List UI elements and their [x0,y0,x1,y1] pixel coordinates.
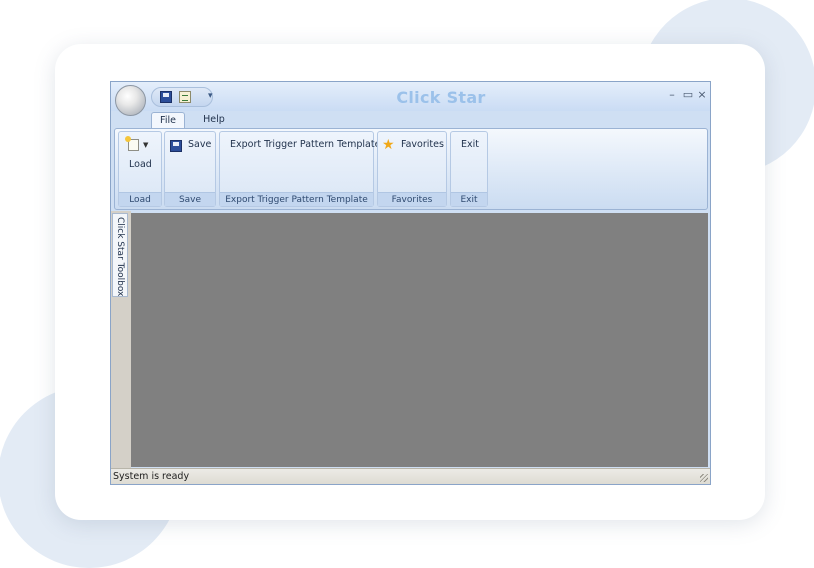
ribbon-group-caption: Exit [451,192,487,206]
application-menu-button[interactable] [115,85,146,116]
minimize-button[interactable]: – [666,89,678,101]
ribbon-group-caption: Favorites [378,192,446,206]
dropdown-arrow-icon: ▼ [143,141,149,149]
favorites-button[interactable]: ★ Favorites [378,132,446,158]
tab-file[interactable]: File [151,112,185,128]
ribbon-group-caption: Save [165,192,215,206]
ribbon-group-caption: Export Trigger Pattern Template [220,192,373,206]
tab-help[interactable]: Help [199,112,229,128]
quick-access-dropdown-icon[interactable]: ▾ [208,91,213,101]
ribbon-group-exit: Exit Exit [450,131,488,207]
favorites-button-label: Favorites [401,139,444,150]
ribbon-group-load: ▼ Load Load [118,131,162,207]
new-document-icon [125,136,139,151]
workspace-area[interactable] [131,213,708,467]
window-title: Click Star [396,88,486,107]
ribbon: ▼ Load Load Save Save Export Trigger Pat… [114,128,708,210]
toolbox-tab[interactable]: Click Star Toolbox [112,213,128,297]
save-button-label: Save [188,139,212,150]
ribbon-group-save: Save Save [164,131,216,207]
title-bar: ▾ Click Star – ▭ × [111,82,710,111]
load-button-label: Load [129,159,152,170]
exit-button-label: Exit [461,139,479,150]
save-button[interactable]: Save [165,132,215,158]
export-button-label: Export Trigger Pattern Template [230,139,381,150]
export-trigger-pattern-template-button[interactable]: Export Trigger Pattern Template [220,132,380,158]
ribbon-group-caption: Load [119,192,161,206]
quick-access-toolbar [151,87,213,107]
close-button[interactable]: × [696,89,708,101]
app-window: ▾ Click Star – ▭ × File Help ▼ Load Load… [110,81,711,485]
star-icon: ★ [382,137,395,153]
resize-grip-icon[interactable] [700,474,708,482]
quick-save-icon[interactable] [160,91,172,103]
toolbox-tab-label: Click Star Toolbox [115,217,125,297]
ribbon-group-export: Export Trigger Pattern Template Export T… [219,131,380,207]
quick-document-icon[interactable] [179,91,191,103]
status-bar: System is ready [111,468,710,484]
exit-button[interactable]: Exit [451,132,487,158]
maximize-button[interactable]: ▭ [682,89,694,101]
status-text: System is ready [113,471,190,482]
ribbon-tabs: File Help [111,111,710,128]
floppy-disk-icon [170,140,182,152]
load-button[interactable]: ▼ Load [119,132,161,192]
ribbon-group-favorites: ★ Favorites Favorites [377,131,447,207]
